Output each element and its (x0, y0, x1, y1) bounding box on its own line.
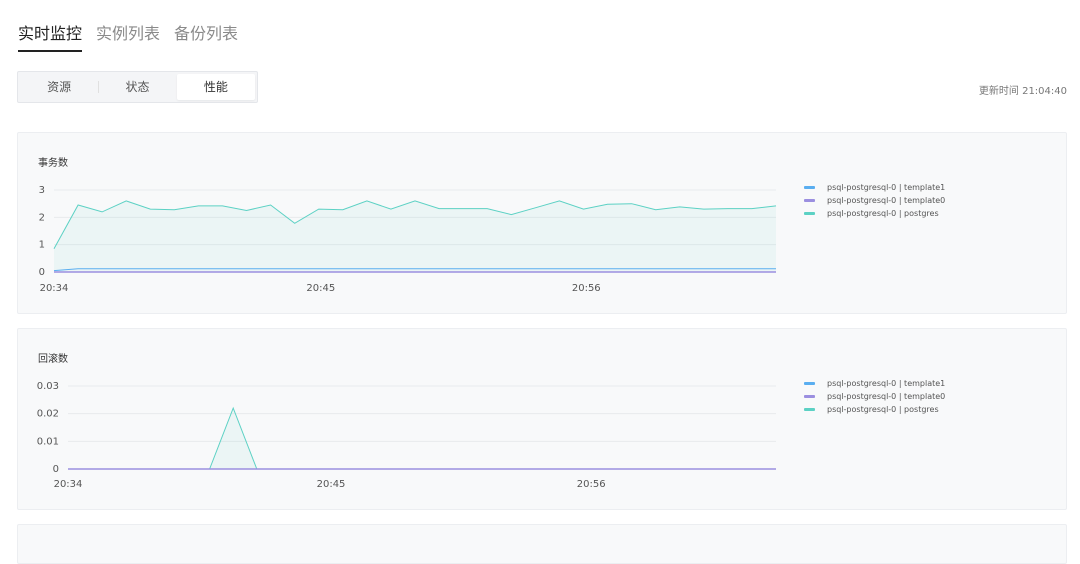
legend-swatch (804, 408, 815, 411)
legend-swatch (804, 212, 815, 215)
legend-swatch (804, 382, 815, 385)
legend-swatch (804, 186, 815, 189)
x-tick-label: 20:56 (572, 283, 601, 294)
legend-label: psql-postgresql-0 | template1 (827, 183, 946, 192)
legend-item[interactable]: psql-postgresql-0 | postgres (804, 403, 945, 416)
chart-legend: psql-postgresql-0 | template1 psql-postgr… (804, 181, 945, 220)
y-tick-label: 0.01 (37, 436, 59, 447)
y-tick-label: 1 (39, 240, 45, 251)
top-tabs: 实时监控 实例列表 备份列表 (18, 20, 238, 52)
x-tick-label: 20:34 (40, 283, 69, 294)
y-tick-label: 0 (53, 464, 59, 475)
series-area (54, 200, 776, 272)
x-tick-label: 20:56 (577, 479, 606, 490)
segment-performance[interactable]: 性能 (176, 74, 255, 100)
rollbacks-chart-card: 回滚数 0 0.01 0.02 0.03 20:34 20:45 20:56 psql-po… (17, 328, 1067, 510)
tab-realtime-monitor[interactable]: 实时监控 (18, 20, 83, 52)
rollbacks-chart: 0 0.01 0.02 0.03 20:34 20:45 20:56 (37, 381, 776, 490)
y-tick-label: 3 (39, 185, 45, 196)
metric-segment-control: 资源 状态 性能 (17, 71, 258, 103)
series-line (68, 406, 776, 470)
legend-label: psql-postgresql-0 | template0 (827, 196, 946, 205)
y-tick-label: 0.02 (37, 409, 59, 420)
x-tick-label: 20:45 (306, 283, 335, 294)
transactions-chart: 0 1 2 3 20:34 20:45 20:56 (39, 185, 777, 294)
segment-resource[interactable]: 资源 (20, 74, 98, 100)
legend-item[interactable]: psql-postgresql-0 | template0 (804, 194, 945, 207)
update-time: 更新时间 21:04:40 (978, 86, 1067, 97)
legend-swatch (804, 199, 815, 202)
y-tick-label: 0 (39, 267, 45, 278)
series-area (68, 408, 776, 469)
legend-label: psql-postgresql-0 | postgres (827, 209, 939, 218)
legend-label: psql-postgresql-0 | postgres (827, 405, 939, 414)
legend-item[interactable]: psql-postgresql-0 | postgres (804, 207, 945, 220)
legend-label: psql-postgresql-0 | template1 (827, 379, 946, 388)
x-tick-label: 20:34 (54, 479, 83, 490)
transactions-chart-card: 事务数 0 1 2 3 20:34 20:45 20:56 psql-postgresql-… (17, 132, 1067, 314)
x-tick-label: 20:45 (317, 479, 346, 490)
legend-item[interactable]: psql-postgresql-0 | template1 (804, 377, 945, 390)
legend-item[interactable]: psql-postgresql-0 | template1 (804, 181, 945, 194)
segment-status[interactable]: 状态 (98, 74, 176, 100)
tab-instance-list[interactable]: 实例列表 (96, 20, 160, 52)
y-tick-label: 0.03 (37, 381, 59, 392)
y-tick-label: 2 (39, 212, 45, 223)
chart-legend: psql-postgresql-0 | template1 psql-postgr… (804, 377, 945, 416)
legend-swatch (804, 395, 815, 398)
legend-label: psql-postgresql-0 | template0 (827, 392, 946, 401)
next-chart-card (17, 524, 1067, 564)
legend-item[interactable]: psql-postgresql-0 | template0 (804, 390, 945, 403)
tab-backup-list[interactable]: 备份列表 (174, 20, 238, 52)
